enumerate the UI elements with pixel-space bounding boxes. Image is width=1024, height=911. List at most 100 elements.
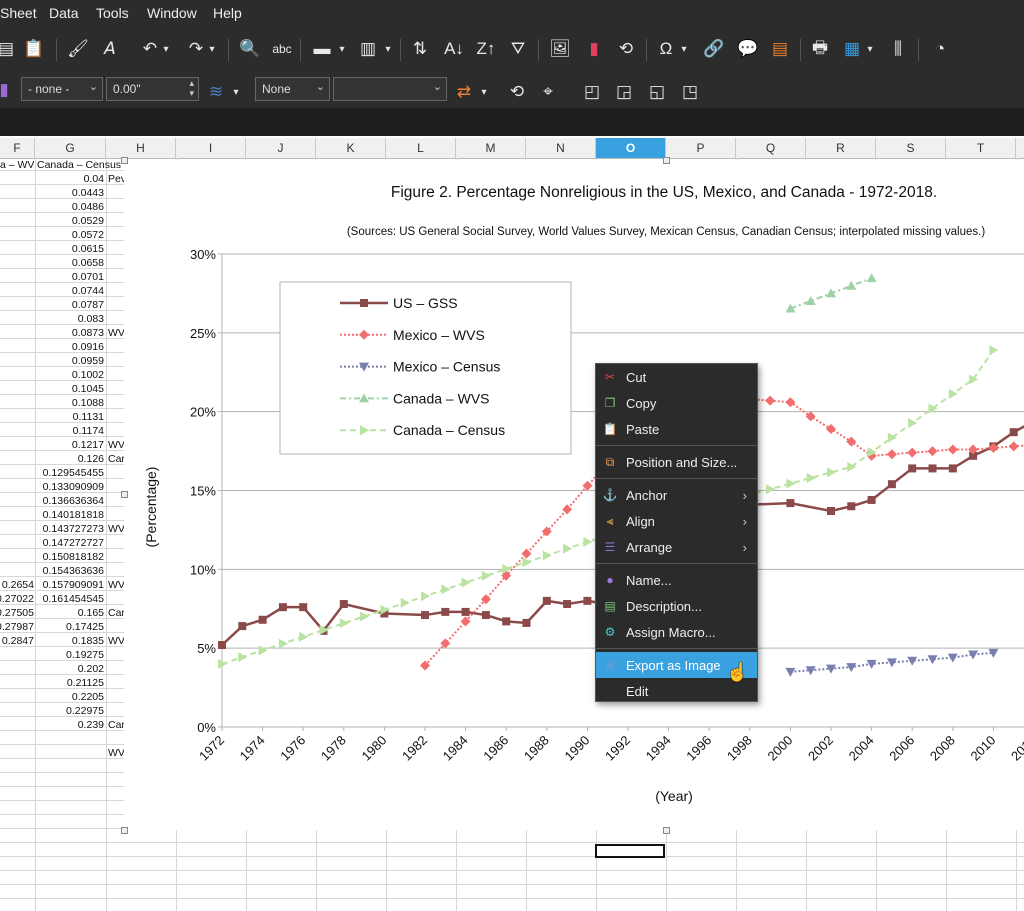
cell-g[interactable]: 0.126	[36, 452, 104, 466]
menu-window[interactable]: Window	[147, 5, 197, 21]
freeze-rows-icon[interactable]: ▦	[840, 37, 864, 61]
cell-g[interactable]: 0.0701	[36, 270, 104, 284]
pivot-table-icon[interactable]: ⟲	[614, 37, 638, 61]
cell-g[interactable]: 0.1835	[36, 634, 104, 648]
cell-g[interactable]: 0.21125	[36, 676, 104, 690]
cell-g[interactable]: 0.165	[36, 606, 104, 620]
paste-icon[interactable]: ▤	[0, 37, 18, 61]
cell-g[interactable]: 0.0744	[36, 284, 104, 298]
special-character-icon[interactable]: Ω	[654, 37, 678, 61]
border-style-combo[interactable]: - none - ⌄	[21, 77, 103, 101]
cell-g[interactable]: 0.0658	[36, 256, 104, 270]
context-menu-item-copy[interactable]: ❐ Copy	[596, 390, 757, 416]
column-header-j[interactable]: J	[246, 138, 316, 158]
sort-icon[interactable]: ⇅	[408, 37, 432, 61]
shapes-icon[interactable]: ◔	[928, 37, 952, 61]
context-menu-item-position-and-size[interactable]: ⧉ Position and Size...	[596, 449, 757, 475]
column-header-g[interactable]: G	[35, 138, 106, 158]
context-menu-item-anchor[interactable]: ⚓ Anchor ›	[596, 482, 757, 508]
selection-handle[interactable]	[663, 157, 670, 164]
cell-f[interactable]: 0.2847	[0, 634, 34, 648]
column-header-s[interactable]: S	[876, 138, 946, 158]
arrow-style-icon[interactable]: ⇄	[452, 80, 476, 104]
points-icon[interactable]: ⌖	[536, 80, 560, 104]
cell-g[interactable]: 0.239	[36, 718, 104, 732]
paste-special-icon[interactable]: 📋	[22, 37, 46, 61]
undo-icon[interactable]: ↶	[138, 37, 162, 61]
spelling-icon[interactable]: abc	[270, 37, 294, 61]
menu-help[interactable]: Help	[213, 5, 242, 21]
freeze-dropdown-icon[interactable]: ▾	[864, 37, 876, 61]
column-header-t[interactable]: T	[946, 138, 1016, 158]
cell-g[interactable]: 0.1002	[36, 368, 104, 382]
menu-sheet[interactable]: Sheet	[0, 5, 37, 21]
clone-formatting-icon[interactable]: 🖌	[66, 37, 90, 61]
selection-handle[interactable]	[121, 491, 128, 498]
redo-icon[interactable]: ↷	[184, 37, 208, 61]
cell-g[interactable]: 0.1088	[36, 396, 104, 410]
context-menu-item-paste[interactable]: 📋 Paste	[596, 416, 757, 442]
cell-g[interactable]: 0.04	[36, 172, 104, 186]
column-header-p[interactable]: P	[666, 138, 736, 158]
hyperlink-icon[interactable]: 🔗	[702, 37, 726, 61]
cell-g[interactable]: 0.0787	[36, 298, 104, 312]
area-style-combo[interactable]: ⌄	[333, 77, 447, 101]
line-style-combo[interactable]: None ⌄	[255, 77, 330, 101]
clear-formatting-icon[interactable]: 𝘈	[98, 37, 122, 61]
cell-f[interactable]: 0.279875	[0, 620, 34, 634]
cell-g[interactable]: 0.19275	[36, 648, 104, 662]
print-range-icon[interactable]: 🖶	[808, 37, 832, 61]
cell-g[interactable]: 0.154363636	[36, 564, 104, 578]
spin-icon[interactable]: ▴ ▾	[189, 78, 194, 98]
cell-f[interactable]: 0.270225	[0, 592, 34, 606]
chart-object[interactable]: Figure 2. Percentage Nonreligious in the…	[124, 160, 1024, 830]
cell-g[interactable]: 0.129545455	[36, 466, 104, 480]
cell-g[interactable]: 0.150818182	[36, 550, 104, 564]
cell-f[interactable]: 0.2654	[0, 578, 34, 592]
context-menu-item-assign-macro[interactable]: ⚙ Assign Macro...	[596, 619, 757, 645]
style-icon[interactable]: ▮	[0, 78, 16, 102]
line-color-icon[interactable]: ≋	[204, 80, 228, 104]
rotate-icon[interactable]: ⟲	[505, 80, 529, 104]
cell-g[interactable]: 0.0443	[36, 186, 104, 200]
cell-g[interactable]: 0.0873	[36, 326, 104, 340]
cell-g[interactable]: 0.1217	[36, 438, 104, 452]
sort-ascending-icon[interactable]: A↓	[442, 37, 466, 61]
cell-g[interactable]: 0.1131	[36, 410, 104, 424]
column-header-q[interactable]: Q	[736, 138, 806, 158]
cell-g[interactable]: 0.083	[36, 312, 104, 326]
cell-g[interactable]: 0.22975	[36, 704, 104, 718]
selection-handle[interactable]	[121, 157, 128, 164]
send-to-back-icon[interactable]: ◳	[678, 80, 702, 104]
insert-image-icon[interactable]: 🖼	[548, 37, 572, 61]
selection-handle[interactable]	[663, 827, 670, 834]
autofilter-icon[interactable]: ⛛	[506, 37, 530, 61]
column-header-n[interactable]: N	[526, 138, 596, 158]
context-menu-item-name[interactable]: ● Name...	[596, 567, 757, 593]
line-width-field[interactable]: 0.00" ▴ ▾	[106, 77, 199, 101]
cell-f-header[interactable]: a – WV	[0, 158, 34, 172]
column-header-h[interactable]: H	[106, 138, 176, 158]
context-menu-item-align[interactable]: ⫷ Align ›	[596, 508, 757, 534]
cell-g[interactable]: 0.17425	[36, 620, 104, 634]
menu-tools[interactable]: Tools	[96, 5, 129, 21]
cell-g[interactable]: 0.0615	[36, 242, 104, 256]
send-backward-icon[interactable]: ◱	[645, 80, 669, 104]
sort-descending-icon[interactable]: Z↑	[474, 37, 498, 61]
column-header-f[interactable]: F	[0, 138, 35, 158]
column-header-o[interactable]: O	[596, 138, 666, 158]
context-menu-item-cut[interactable]: ✂ Cut	[596, 364, 757, 390]
cell-g[interactable]: 0.0486	[36, 200, 104, 214]
cell-g[interactable]: 0.2205	[36, 690, 104, 704]
column-header-r[interactable]: R	[806, 138, 876, 158]
row-icon[interactable]: ▬	[310, 37, 334, 61]
column-dropdown-icon[interactable]: ▾	[382, 37, 394, 61]
column-header-m[interactable]: M	[456, 138, 526, 158]
cell-g[interactable]: 0.202	[36, 662, 104, 676]
header-footer-icon[interactable]: ▤	[768, 37, 792, 61]
cell-g[interactable]: 0.0959	[36, 354, 104, 368]
cell-g[interactable]: 0.0572	[36, 228, 104, 242]
cell-g[interactable]: 0.147272727	[36, 536, 104, 550]
cell-g[interactable]: 0.140181818	[36, 508, 104, 522]
column-header-i[interactable]: I	[176, 138, 246, 158]
